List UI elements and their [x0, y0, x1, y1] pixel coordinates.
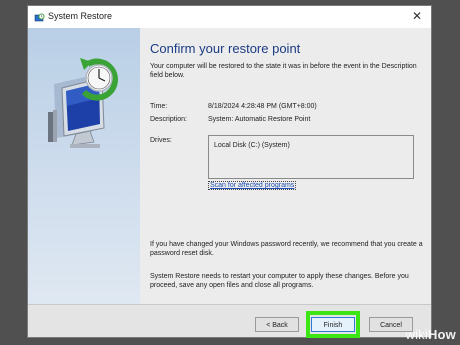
- page-title: Confirm your restore point: [150, 41, 301, 56]
- restart-note: System Restore needs to restart your com…: [150, 273, 409, 289]
- left-banner: [28, 28, 140, 304]
- intro-text: Your computer will be restored to the st…: [150, 63, 417, 79]
- drives-label: Drives:: [150, 137, 172, 144]
- drive-item: Local Disk (C:) (System): [214, 142, 290, 149]
- time-label: Time:: [150, 103, 168, 110]
- time-value: 8/18/2024 4:28:48 PM (GMT+8:00): [208, 103, 317, 110]
- title-bar: System Restore ✕: [28, 6, 431, 28]
- finish-button[interactable]: Finish: [311, 317, 355, 332]
- password-note: If you have changed your Windows passwor…: [150, 241, 423, 257]
- close-icon[interactable]: ✕: [411, 10, 423, 22]
- watermark-wiki: wiki: [405, 327, 428, 342]
- drives-list[interactable]: Local Disk (C:) (System): [208, 135, 414, 179]
- description-label: Description:: [150, 116, 187, 123]
- wikihow-watermark: wikiHow: [405, 327, 456, 342]
- system-restore-icon: [34, 11, 45, 22]
- restore-monitor-icon: [42, 54, 126, 159]
- watermark-how: How: [427, 327, 456, 342]
- button-bar: < Back Finish Cancel: [28, 304, 431, 338]
- window-title: System Restore: [48, 11, 113, 21]
- content-panel: Confirm your restore point Your computer…: [140, 28, 431, 304]
- description-value: System: Automatic Restore Point: [208, 116, 311, 123]
- back-button[interactable]: < Back: [255, 317, 299, 332]
- system-restore-window: System Restore ✕ Confirm your restore po…: [27, 5, 432, 338]
- scan-affected-programs-link[interactable]: Scan for affected programs: [208, 181, 297, 190]
